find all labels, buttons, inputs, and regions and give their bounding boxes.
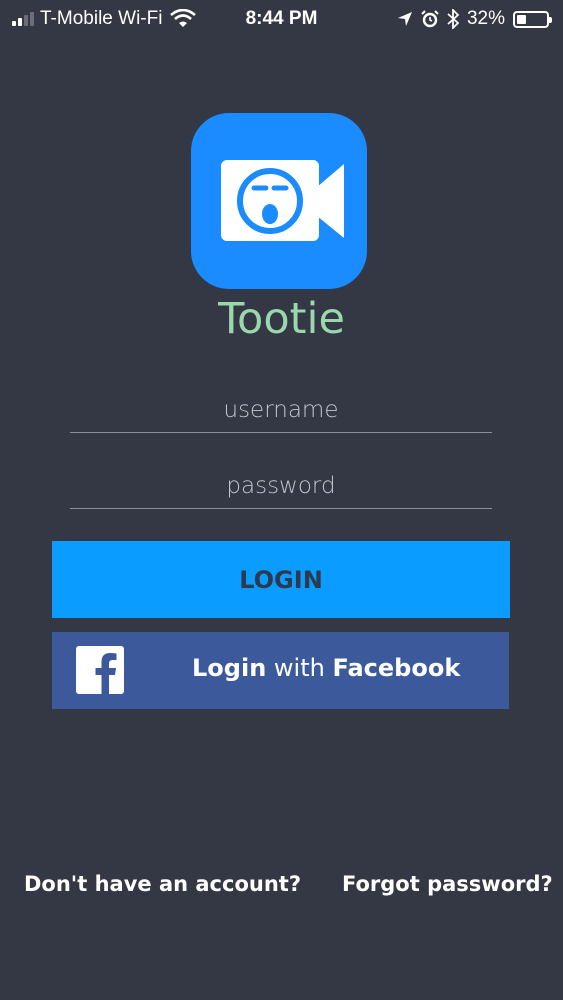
app-logo-icon <box>191 113 367 289</box>
app-title: Tootie <box>218 294 345 344</box>
facebook-login-brand: Facebook <box>332 654 461 682</box>
battery-percent: 32% <box>466 8 505 29</box>
facebook-login-middle: with <box>266 654 333 682</box>
password-field[interactable] <box>70 456 492 509</box>
password-input[interactable] <box>70 456 492 508</box>
status-bar: T-Mobile Wi-Fi 8:44 PM 32% <box>0 0 563 38</box>
facebook-login-label: Login with Facebook <box>192 654 509 682</box>
status-right: 32% <box>397 8 552 30</box>
facebook-login-prefix: Login <box>192 654 267 682</box>
username-field[interactable] <box>70 380 492 433</box>
forgot-password-link[interactable]: Forgot password? <box>342 872 553 896</box>
bluetooth-icon <box>447 9 459 29</box>
signup-link[interactable]: Don't have an account? <box>24 872 301 896</box>
login-button[interactable]: LOGIN <box>52 541 510 618</box>
facebook-icon <box>76 646 124 694</box>
alarm-icon <box>421 10 439 28</box>
login-button-label: LOGIN <box>239 565 323 594</box>
battery-icon <box>513 10 552 28</box>
username-input[interactable] <box>70 380 492 432</box>
facebook-login-button[interactable]: Login with Facebook <box>52 632 509 709</box>
location-icon <box>397 12 412 26</box>
